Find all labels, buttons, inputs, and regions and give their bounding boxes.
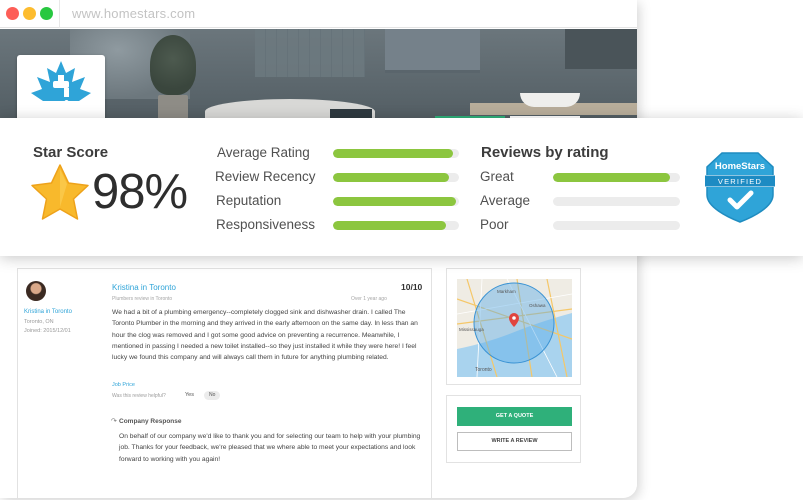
hero-sink [520, 93, 580, 107]
rating-label-average: Average [480, 193, 531, 208]
write-review-button[interactable]: WRITE A REVIEW [457, 432, 572, 451]
helpful-no-button[interactable]: No [204, 391, 221, 400]
metric-label-responsiveness: Responsiveness [216, 217, 316, 232]
maple-leaf-faucet-icon [31, 61, 91, 104]
rating-label-poor: Poor [480, 217, 509, 232]
metric-label-average-rating: Average Rating [217, 145, 310, 160]
reply-icon: ↷ [111, 418, 117, 425]
maximize-window-button[interactable] [40, 7, 53, 20]
star-score-panel: Star Score 98% Average Rating Review Rec… [0, 118, 803, 256]
rating-bar-poor [553, 221, 680, 230]
address-bar[interactable]: www.homestars.com [72, 6, 195, 21]
avatar [26, 281, 46, 301]
hero-plant [150, 35, 196, 95]
close-window-button[interactable] [6, 7, 19, 20]
review-category: Plumbers review in Toronto [112, 296, 173, 302]
metric-bar-fill-responsiveness [333, 221, 447, 230]
browser-chrome: www.homestars.com [0, 0, 637, 28]
review-card: Kristina in Toronto Toronto, ON Joined: … [17, 268, 432, 498]
job-price-link[interactable]: Job Price [112, 382, 135, 388]
metric-bar-fill-reputation [333, 197, 457, 206]
review-section: Kristina in Toronto Toronto, ON Joined: … [0, 255, 637, 498]
metric-bar-fill-average-rating [333, 149, 453, 158]
map-label-mississauga: Mississauga [459, 327, 484, 332]
reviewer-location: Toronto, ON [24, 319, 54, 325]
badge-status-text: VERIFIED [718, 177, 762, 186]
review-date: Over 1 year ago [351, 296, 387, 302]
reviewer-joined: Joined: 2015/12/01 [24, 328, 71, 334]
hero-shelf [565, 29, 637, 69]
rating-bar-fill-great [553, 173, 670, 182]
rating-bar-great [553, 173, 680, 182]
url-divider [59, 0, 60, 28]
map-label-markham: Markham [497, 289, 516, 294]
metric-label-reputation: Reputation [216, 193, 282, 208]
service-area-map[interactable]: Toronto Mississauga Oshawa Markham [457, 279, 572, 377]
star-score-value: 98% [92, 165, 188, 219]
metric-bar-review-recency [333, 173, 459, 182]
map-label-toronto: Toronto [475, 367, 492, 373]
review-title[interactable]: Kristina in Toronto [112, 283, 176, 292]
badge-brand-text: HomeStars [715, 161, 765, 172]
metric-bar-average-rating [333, 149, 459, 158]
get-quote-button[interactable]: GET A QUOTE [457, 407, 572, 426]
hero-wall-tiles [255, 29, 365, 77]
review-body: We had a bit of a plumbing emergency--co… [112, 309, 418, 362]
metric-label-review-recency: Review Recency [215, 169, 316, 184]
company-response-body: On behalf of our company we'd like to th… [119, 433, 421, 463]
star-score-title: Star Score [33, 144, 109, 161]
company-response-title: Company Response [119, 418, 182, 425]
metric-bar-reputation [333, 197, 459, 206]
reviews-by-rating-title: Reviews by rating [481, 144, 609, 161]
map-graphic: Toronto Mississauga Oshawa Markham [457, 279, 572, 377]
rating-bar-average [553, 197, 680, 206]
star-icon [31, 164, 89, 220]
rating-label-great: Great [480, 169, 514, 184]
helpful-yes-button[interactable]: Yes [185, 392, 194, 398]
homestars-verified-badge: HomeStars VERIFIED [705, 152, 775, 223]
hero-mirror [385, 29, 480, 73]
minimize-window-button[interactable] [23, 7, 36, 20]
metric-bar-fill-review-recency [333, 173, 449, 182]
reviewer-name[interactable]: Kristina in Toronto [24, 309, 72, 315]
cta-card: GET A QUOTE WRITE A REVIEW [446, 395, 581, 463]
map-card: Toronto Mississauga Oshawa Markham [446, 268, 581, 385]
helpful-question: Was this review helpful? [112, 393, 166, 399]
review-score: 10/10 [401, 282, 423, 292]
company-logo [17, 55, 105, 127]
map-label-oshawa: Oshawa [529, 303, 546, 308]
metric-bar-responsiveness [333, 221, 459, 230]
